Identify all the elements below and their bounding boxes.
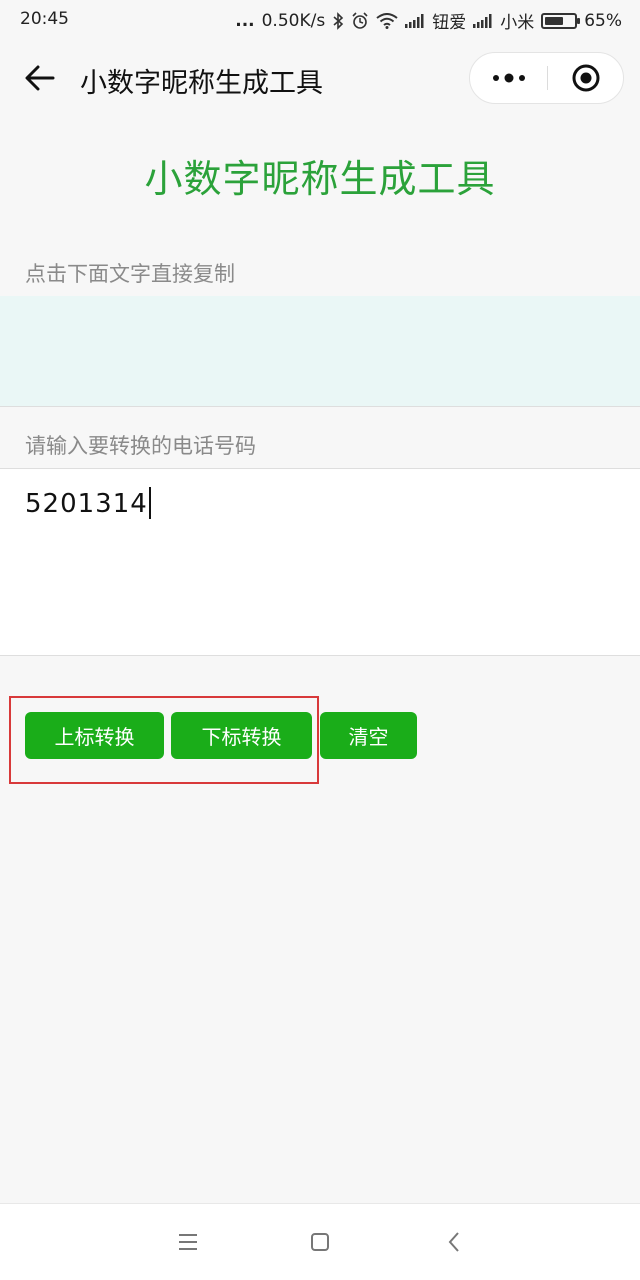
text-caret [148,487,151,519]
close-mini-program-button[interactable] [548,53,624,103]
nav-bar: 小数字昵称生成工具 [0,40,640,118]
home-square-icon [311,1233,329,1251]
mini-program-capsule [469,52,624,104]
signal-icon-2 [473,13,493,28]
status-bar: 20:45 ... 0.50K/s 钮爱 小米 65% [0,0,640,40]
status-dots: ... [235,10,255,31]
carrier-1: 钮爱 [432,13,467,33]
system-back-button[interactable] [434,1224,474,1260]
status-time: 20:45 [20,9,69,29]
clear-button[interactable]: 清空 [320,712,417,759]
alarm-icon [351,11,369,30]
phone-number-input[interactable]: 5201314 [0,468,640,656]
system-menu-button[interactable] [168,1224,208,1260]
copy-hint-label: 点击下面文字直接复制 [25,262,235,286]
nav-title: 小数字昵称生成工具 [80,68,323,99]
back-arrow-icon [25,65,55,91]
carrier-2: 小米 [500,13,535,33]
phone-input-label: 请输入要转换的电话号码 [25,434,256,458]
status-indicators: ... 0.50K/s 钮爱 小米 65% [235,8,622,34]
bluetooth-icon [332,11,344,30]
wifi-icon [376,12,398,29]
more-button[interactable] [470,53,547,103]
back-chevron-icon [448,1232,459,1252]
system-navigation-bar [0,1203,640,1280]
menu-icon [179,1234,197,1250]
target-close-icon [572,64,600,92]
page-heading: 小数字昵称生成工具 [144,157,496,201]
signal-icon-1 [405,13,425,28]
more-dots-icon [492,73,525,83]
annotation-highlight-box [9,696,319,784]
battery-icon [541,12,581,29]
phone-input-value: 5201314 [25,489,148,519]
result-copy-area[interactable] [0,296,640,407]
system-home-button[interactable] [300,1224,340,1260]
battery-level-fill [545,16,564,25]
battery-percent: 65% [584,10,622,31]
back-button[interactable] [20,58,60,98]
network-speed: 0.50K/s [261,10,326,31]
